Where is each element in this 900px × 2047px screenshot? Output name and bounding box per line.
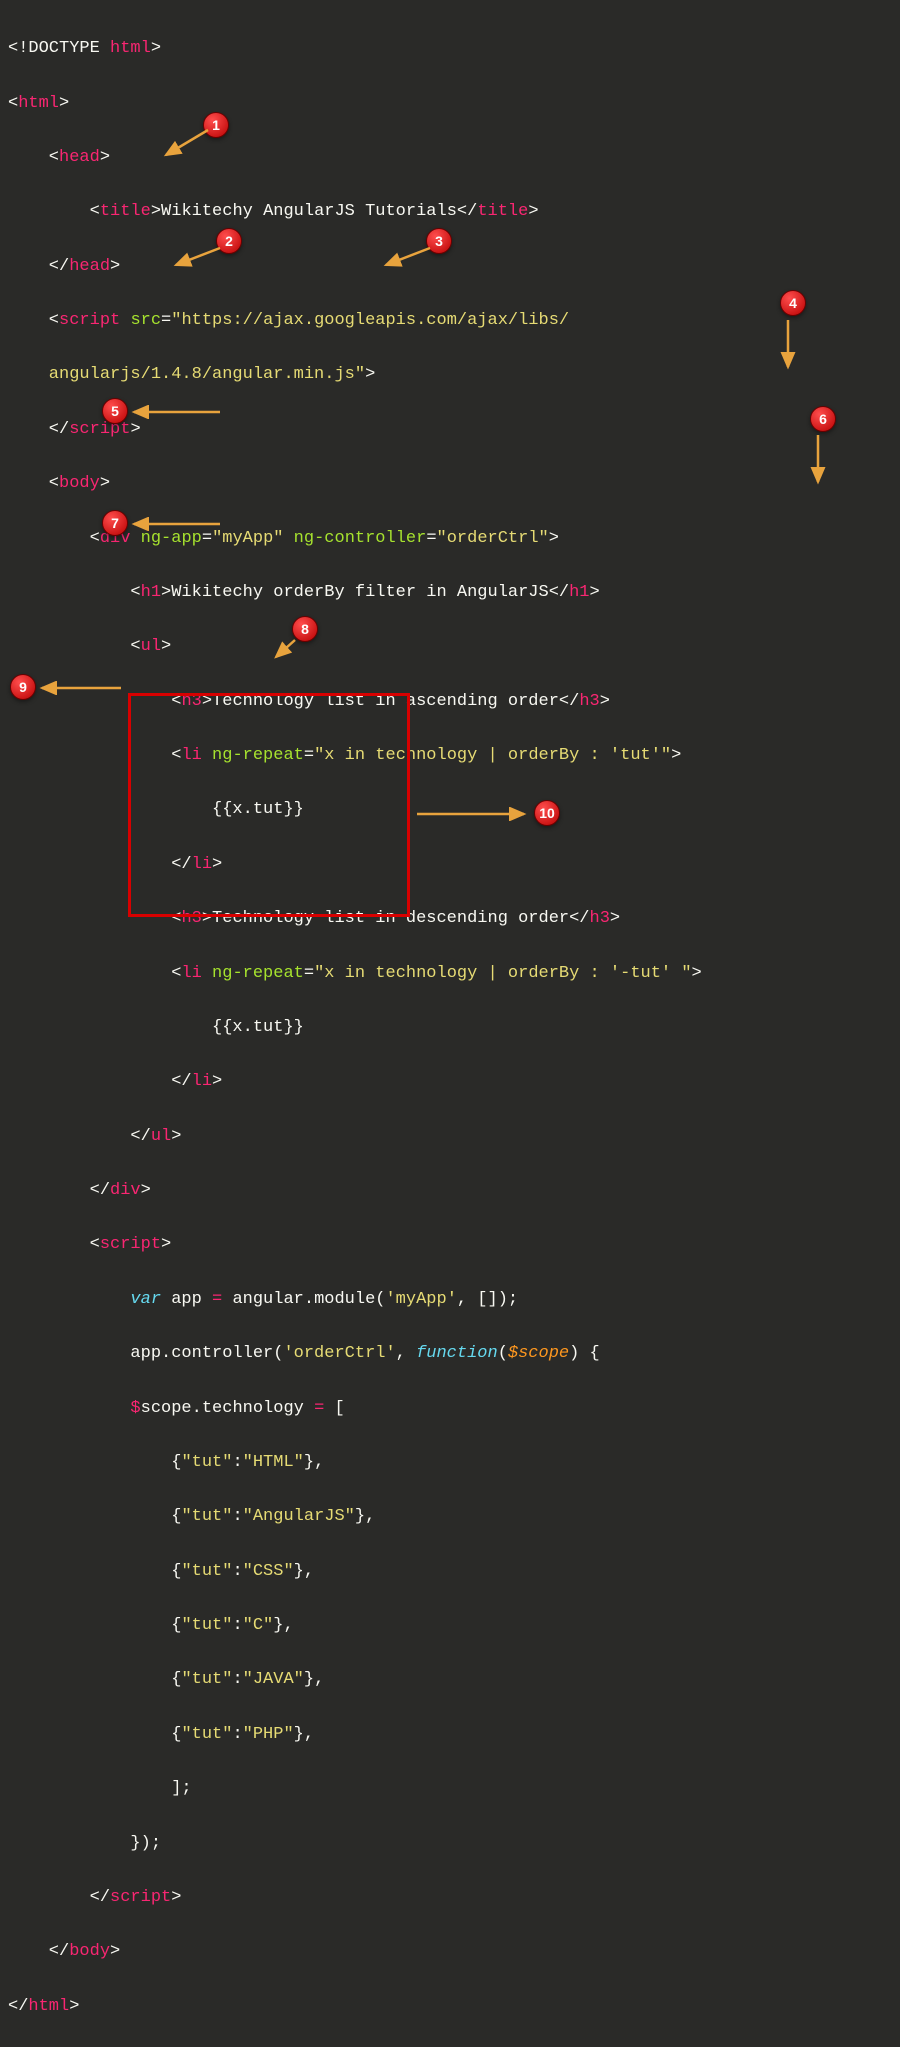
code-line: <h3>Technology list in descending order<… bbox=[8, 905, 892, 932]
code-line: {"tut":"PHP"}, bbox=[8, 1721, 892, 1748]
code-line: </li> bbox=[8, 851, 892, 878]
code-line: {{x.tut}} bbox=[8, 796, 892, 823]
code-line: <div ng-app="myApp" ng-controller="order… bbox=[8, 525, 892, 552]
code-line: {"tut":"C"}, bbox=[8, 1612, 892, 1639]
annotation-badge-8: 8 bbox=[292, 616, 318, 642]
code-line: <h1>Wikitechy orderBy filter in AngularJ… bbox=[8, 579, 892, 606]
code-line: {"tut":"AngularJS"}, bbox=[8, 1503, 892, 1530]
code-line: <script> bbox=[8, 1231, 892, 1258]
code-line: </div> bbox=[8, 1177, 892, 1204]
code-line: </script> bbox=[8, 1884, 892, 1911]
code-line: angularjs/1.4.8/angular.min.js"> bbox=[8, 361, 892, 388]
annotation-badge-7: 7 bbox=[102, 510, 128, 536]
code-line: app.controller('orderCtrl', function($sc… bbox=[8, 1340, 892, 1367]
code-line: <li ng-repeat="x in technology | orderBy… bbox=[8, 960, 892, 987]
code-line: <title>Wikitechy AngularJS Tutorials</ti… bbox=[8, 198, 892, 225]
code-line: }); bbox=[8, 1830, 892, 1857]
code-line: <script src="https://ajax.googleapis.com… bbox=[8, 307, 892, 334]
code-line: {{x.tut}} bbox=[8, 1014, 892, 1041]
annotation-badge-2: 2 bbox=[216, 228, 242, 254]
annotation-badge-9: 9 bbox=[10, 674, 36, 700]
code-line: </ul> bbox=[8, 1123, 892, 1150]
code-line: {"tut":"CSS"}, bbox=[8, 1558, 892, 1585]
annotation-badge-6: 6 bbox=[810, 406, 836, 432]
code-line: <html> bbox=[8, 90, 892, 117]
code-line: <h3>Technology list in ascending order</… bbox=[8, 688, 892, 715]
code-line: var app = angular.module('myApp', []); bbox=[8, 1286, 892, 1313]
code-line: </body> bbox=[8, 1938, 892, 1965]
code-line: ]; bbox=[8, 1775, 892, 1802]
annotation-badge-1: 1 bbox=[203, 112, 229, 138]
annotation-badge-5: 5 bbox=[102, 398, 128, 424]
annotation-badge-3: 3 bbox=[426, 228, 452, 254]
code-line: <head> bbox=[8, 144, 892, 171]
code-line: </html> bbox=[8, 1993, 892, 2020]
code-line: <ul> bbox=[8, 633, 892, 660]
code-line: {"tut":"HTML"}, bbox=[8, 1449, 892, 1476]
annotation-badge-10: 10 bbox=[534, 800, 560, 826]
annotation-badge-4: 4 bbox=[780, 290, 806, 316]
code-block: <!DOCTYPE html> <html> <head> <title>Wik… bbox=[8, 8, 892, 2047]
code-line: {"tut":"JAVA"}, bbox=[8, 1666, 892, 1693]
code-line: <li ng-repeat="x in technology | orderBy… bbox=[8, 742, 892, 769]
code-line: </li> bbox=[8, 1068, 892, 1095]
code-line: </head> bbox=[8, 253, 892, 280]
code-line: </script> bbox=[8, 416, 892, 443]
code-line: <body> bbox=[8, 470, 892, 497]
code-line: $scope.technology = [ bbox=[8, 1395, 892, 1422]
code-line: <!DOCTYPE html> bbox=[8, 35, 892, 62]
